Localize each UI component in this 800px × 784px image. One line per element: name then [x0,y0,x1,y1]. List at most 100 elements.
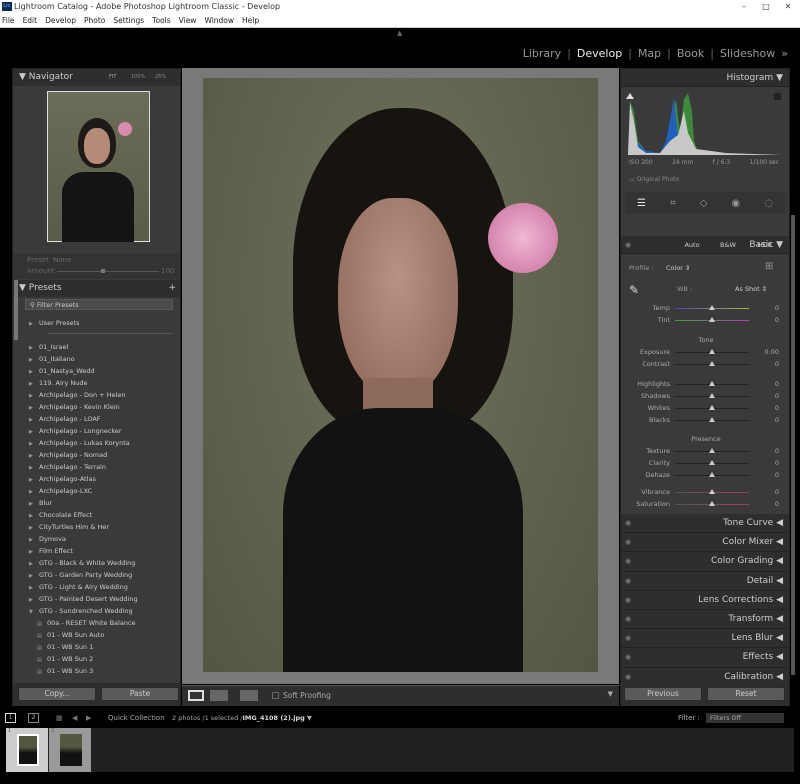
image-view[interactable] [182,68,619,684]
collapse-top-arrow-icon[interactable]: ▲ [397,29,402,37]
slider-knob[interactable] [709,405,715,410]
preset-group[interactable]: ▶ Blur [13,497,180,509]
slider-knob[interactable] [709,381,715,386]
slider-tint[interactable]: Tint 0 [621,314,791,326]
slider-value[interactable]: 0 [775,469,779,481]
module-slideshow[interactable]: Slideshow [720,47,775,60]
preset-group[interactable]: ▶ Archipelago - Kevin Klein [13,401,180,413]
preset-group[interactable]: ▶ Film Effect [13,545,180,557]
panel-tone-curve[interactable]: ◉ Tone Curve ◀ [621,514,789,534]
slider-shadows[interactable]: Shadows 0 [621,390,791,402]
eye-icon[interactable]: ◉ [625,648,631,666]
more-modules-icon[interactable]: » [781,47,788,60]
slider-value[interactable]: 0 [775,414,779,426]
red-eye-icon[interactable]: ◉ [731,198,740,209]
menu-tools[interactable]: Tools [152,13,170,27]
copy-button[interactable]: Copy... [18,687,96,701]
left-scrollbar[interactable] [14,280,18,340]
preset-group[interactable]: ▶ 01_Israel [13,341,180,353]
eye-icon[interactable]: ◉ [625,552,631,570]
panel-lens-blur[interactable]: ◉ Lens Blur ◀ [621,629,789,649]
maximize-button[interactable]: □ [756,0,776,13]
module-book[interactable]: Book [677,47,704,60]
filmstrip-thumbnail[interactable]: 1 [6,728,48,772]
loupe-view-icon[interactable] [188,690,204,701]
slider-knob[interactable] [709,417,715,422]
eye-icon[interactable]: ◉ [625,591,631,609]
slider-texture[interactable]: Texture 0 [621,445,791,457]
preset-group[interactable]: ▶ Archipelago - Lukas Korynta [13,437,180,449]
zoom-100[interactable]: 100% [131,69,145,86]
preset-group[interactable]: ▶ 01_Italiano [13,353,180,365]
eye-icon[interactable]: ◉ [625,629,631,647]
slider-highlights[interactable]: Highlights 0 [621,378,791,390]
profile-browser-icon[interactable]: ⊞ [765,261,773,272]
module-map[interactable]: Map [638,47,661,60]
slider-knob[interactable] [709,305,715,310]
preset-group[interactable]: ▶ Archipelago - Terrain [13,461,180,473]
slider-value[interactable]: 0 [775,390,779,402]
slider-knob[interactable] [709,489,715,494]
healing-icon[interactable]: ◇ [700,198,708,209]
slider-knob[interactable] [709,501,715,506]
soft-proofing-checkbox[interactable] [272,692,279,699]
slider-value[interactable]: 0 [775,486,779,498]
histogram-header[interactable]: Histogram ▼ [621,69,789,87]
preset-item[interactable]: ▤ 00a - RESET White Balance [13,617,180,629]
preset-item[interactable]: ▤ 01 - WB Sun 1 [13,641,180,653]
amount-slider-knob[interactable] [101,269,105,273]
menu-edit[interactable]: Edit [23,13,38,27]
menu-develop[interactable]: Develop [45,13,76,27]
filmstrip-thumbnail[interactable]: 2 [49,728,91,772]
preset-group[interactable]: ▶ 01_Nastya_Wedd [13,365,180,377]
preset-group[interactable]: ▶ Archipelago - Nomad [13,449,180,461]
slider-saturation[interactable]: Saturation 0 [621,498,791,510]
panel-detail[interactable]: ◉ Detail ◀ [621,571,789,591]
preset-group[interactable]: ▶ Dymova [13,533,180,545]
filter-dropdown[interactable]: Filters Off [706,713,784,723]
bw-button[interactable]: B&W [715,240,741,251]
panel-effects[interactable]: ◉ Effects ◀ [621,648,789,668]
grid-icon[interactable]: ▦ [56,710,63,726]
slider-dehaze[interactable]: Dehaze 0 [621,469,791,481]
panel-lens-corrections[interactable]: ◉ Lens Corrections ◀ [621,590,789,610]
source-label[interactable]: Quick Collection [108,710,165,726]
slider-knob[interactable] [709,460,715,465]
menu-settings[interactable]: Settings [113,13,144,27]
eye-icon[interactable]: ◉ [625,533,631,551]
profile-dropdown[interactable]: Color ⇕ [666,264,691,272]
preset-group[interactable]: ▶ Archipelago - LOAF [13,413,180,425]
before-after-yy-icon[interactable] [240,690,258,701]
presets-header[interactable]: ▼ Presets + [13,280,180,297]
slider-knob[interactable] [709,393,715,398]
preset-group[interactable]: ▶ GTG - Black & White Wedding [13,557,180,569]
panel-transform[interactable]: ◉ Transform ◀ [621,609,789,630]
forward-arrow-icon[interactable]: ▶ [86,710,91,726]
right-scrollbar[interactable] [791,215,795,675]
previous-button[interactable]: Previous [624,687,702,701]
second-window-button[interactable]: 2 [28,713,39,723]
eyedropper-icon[interactable]: ✎ [629,283,639,297]
slider-knob[interactable] [709,361,715,366]
slider-knob[interactable] [709,448,715,453]
crop-icon[interactable]: ⌗ [670,198,676,209]
preset-group[interactable]: ▶ GTG - Light & Airy Wedding [13,581,180,593]
eye-icon[interactable]: ◉ [625,514,631,532]
zoom-25[interactable]: 25% [155,69,166,86]
preset-group[interactable]: ▶ GTG - Painted Desert Wedding [13,593,180,605]
menu-file[interactable]: File [2,13,15,27]
edit-sliders-icon[interactable]: ☰ [637,198,646,209]
slider-value[interactable]: 0 [775,402,779,414]
preset-group[interactable]: ▶ 119. Airy Nude [13,377,180,389]
slider-vibrance[interactable]: Vibrance 0 [621,486,791,498]
slider-whites[interactable]: Whites 0 [621,402,791,414]
before-after-icon[interactable] [210,690,228,701]
preset-group-user[interactable]: ▶ User Presets [13,317,173,329]
preset-group[interactable]: ▶ Archipelago-Atlas [13,473,180,485]
preset-item[interactable]: ▤ 01 - WB Sun Auto [13,629,180,641]
slider-contrast[interactable]: Contrast 0 [621,358,791,370]
back-arrow-icon[interactable]: ◀ [72,710,77,726]
add-preset-icon[interactable]: + [168,280,176,297]
auto-button[interactable]: Auto [681,240,703,251]
slider-value[interactable]: 0 [775,314,779,326]
